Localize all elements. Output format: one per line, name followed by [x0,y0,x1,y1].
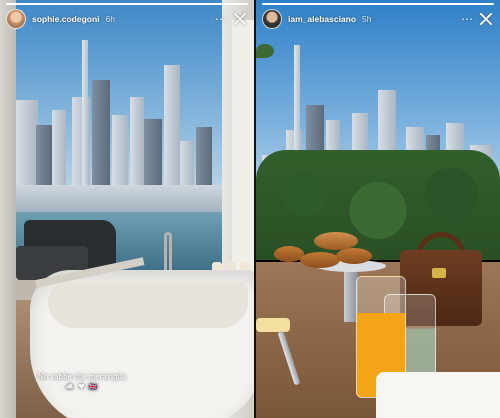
time-ago: 6h [105,14,115,24]
more-options-icon[interactable]: ⋯ [461,12,473,26]
story-photo-bathroom [0,0,254,418]
avatar[interactable] [6,9,26,29]
caption-emoji: ☁️ ♥ 🇬🇧 [65,383,99,391]
story-progress-bar [6,3,248,5]
story-progress-fill [6,3,248,5]
caption-text: No vabbè che meraviglia [37,373,127,381]
close-icon[interactable] [478,11,494,27]
more-options-icon[interactable]: ⋯ [215,12,227,26]
close-icon[interactable] [232,11,248,27]
story-panel-right[interactable]: iam_alebasciano 5h ⋯ [256,0,500,418]
avatar[interactable] [262,9,282,29]
username[interactable]: iam_alebasciano [288,14,356,24]
story-header: sophie.codegoni 6h ⋯ [6,8,248,30]
time-ago: 5h [362,14,372,24]
story-panel-left[interactable]: sophie.codegoni 6h ⋯ No vabbè che meravi… [0,0,254,418]
story-progress-fill [262,3,494,5]
story-photo-breakfast [256,0,500,418]
username[interactable]: sophie.codegoni [32,14,100,24]
story-header: iam_alebasciano 5h ⋯ [262,8,494,30]
story-progress-bar [262,3,494,5]
story-caption: No vabbè che meraviglia ☁️ ♥ 🇬🇧 [32,372,132,392]
